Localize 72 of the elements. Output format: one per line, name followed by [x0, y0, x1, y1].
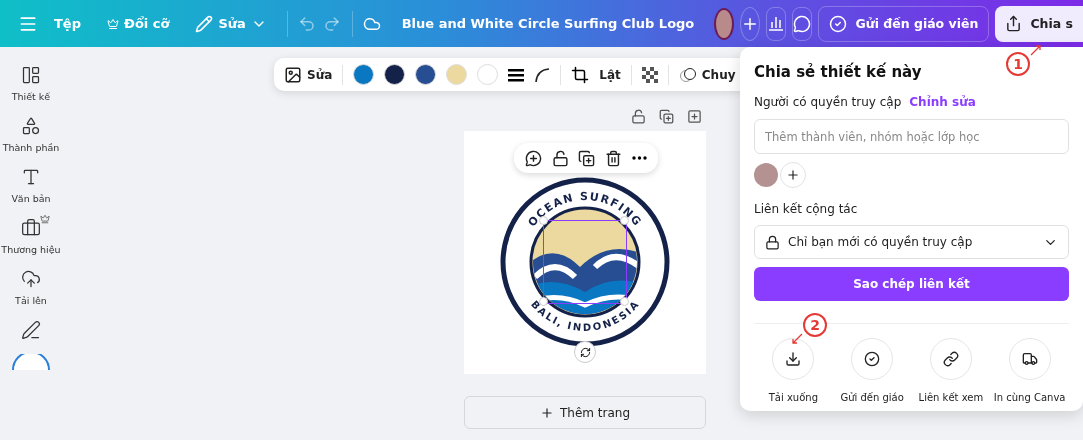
briefcase-icon: [21, 218, 41, 238]
image-icon: [284, 65, 302, 84]
member-avatar: [754, 163, 778, 187]
access-dropdown[interactable]: Chỉ bạn mới có quyền truy cập: [754, 225, 1069, 259]
add-member-button[interactable]: [780, 162, 806, 188]
lock-icon: [765, 234, 780, 250]
sidebar-item[interactable]: Thành phần: [0, 112, 62, 153]
share-action[interactable]: Liên kết xem: [911, 338, 991, 403]
sidebar-item[interactable]: Văn bản: [0, 163, 62, 204]
access-label: Người có quyền truy cập: [754, 95, 902, 109]
comment-button[interactable]: [792, 6, 813, 41]
truck-icon: [1021, 351, 1038, 367]
crown-icon: [107, 17, 119, 30]
crop-icon: [571, 65, 590, 84]
share-action[interactable]: Tải xuống: [754, 338, 833, 403]
animate-button[interactable]: Chuy: [678, 66, 736, 83]
rotate-icon: [579, 346, 591, 358]
layout-icon: [21, 65, 41, 85]
undo-icon: [298, 14, 316, 33]
check-circle-icon: [829, 14, 848, 33]
more-icon: [632, 156, 648, 160]
share-icon: [1005, 15, 1023, 32]
animate-icon: [678, 66, 697, 83]
add-page-button[interactable]: Thêm trang: [464, 396, 706, 429]
text-icon: [21, 167, 41, 187]
shapes-icon: [21, 116, 41, 136]
color-swatch[interactable]: [353, 64, 375, 85]
invite-field[interactable]: Thêm thành viên, nhóm hoặc lớp học: [754, 119, 1069, 154]
sidebar-item[interactable]: Thương hiệu: [0, 214, 62, 255]
panel-title: Chia sẻ thiết kế này: [754, 63, 922, 81]
plus-icon: [786, 168, 800, 182]
edit-link[interactable]: Chỉnh sửa: [909, 95, 976, 109]
document-title: Blue and White Circle Surfing Club Logo: [401, 16, 695, 31]
duplicate-icon: [578, 149, 596, 167]
comment-icon: [793, 14, 812, 33]
send-to-teacher-button[interactable]: Gửi đến giáo viên: [818, 5, 990, 42]
sidebar-item[interactable]: Tải lên: [0, 265, 62, 306]
redo-icon: [323, 14, 342, 33]
color-swatch[interactable]: [446, 64, 468, 85]
add-page-icon: [687, 108, 702, 124]
check-circle-icon: [864, 351, 881, 367]
analytics-button[interactable]: [766, 6, 787, 41]
share-button[interactable]: Chia s: [995, 5, 1083, 42]
share-action[interactable]: In cùng Canva: [990, 338, 1069, 403]
link-icon: [942, 351, 959, 367]
unlock-icon: [631, 108, 646, 124]
flip-button[interactable]: Lật: [599, 67, 621, 82]
pen-icon: [21, 320, 41, 340]
share-action[interactable]: Gửi đến giáo: [832, 338, 912, 403]
bar-chart-icon: [768, 16, 785, 31]
link-label: Liên kết cộng tác: [754, 202, 858, 216]
edit-image-button[interactable]: Sửa: [284, 65, 333, 84]
pencil-icon: [195, 14, 214, 33]
download-icon: [785, 351, 802, 367]
transparency-icon: [641, 66, 658, 83]
copy-link-button[interactable]: Sao chép liên kết: [754, 267, 1069, 301]
user-avatar: [714, 7, 735, 40]
duplicate-icon: [659, 108, 674, 124]
rotate-handle[interactable]: [574, 341, 596, 363]
sidebar-item[interactable]: Thiết kế: [0, 61, 62, 102]
trash-icon: [605, 149, 623, 167]
curve-icon: [534, 66, 551, 83]
callout-arrow: [1030, 44, 1042, 56]
color-swatch[interactable]: [477, 64, 499, 85]
plus-icon: [539, 405, 554, 420]
add-comment-icon: [524, 149, 542, 167]
color-swatch[interactable]: [384, 64, 406, 85]
line-weight-icon: [508, 67, 525, 82]
unlock-icon: [551, 149, 569, 167]
cloud-upload-icon: [21, 269, 41, 289]
callout-arrow: [791, 333, 803, 345]
color-swatch[interactable]: [415, 64, 437, 85]
